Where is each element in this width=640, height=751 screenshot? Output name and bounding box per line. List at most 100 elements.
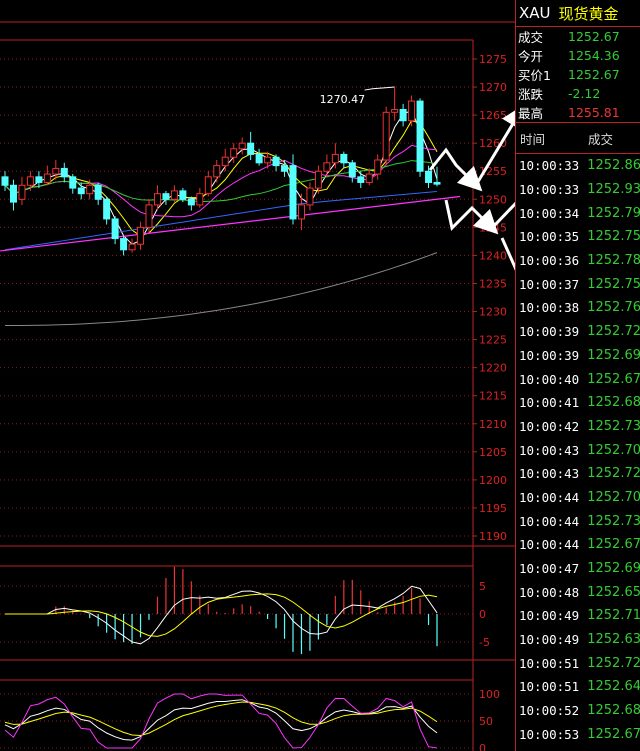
candle-body (365, 173, 373, 183)
quote-row: 成交 1252.67 (516, 27, 640, 46)
tick-row: 10:00:44 1252.70 (516, 486, 640, 510)
price-tick-label: 1195 (479, 502, 507, 515)
tick-time: 10:00:43 (519, 442, 580, 458)
candle-body (103, 198, 111, 220)
tick-price: 1252.72 (587, 324, 640, 340)
tick-time: 10:00:39 (519, 324, 580, 340)
candle-body (391, 109, 399, 113)
quote-value: -2.12 (568, 86, 601, 101)
price-tick-label: 1275 (479, 53, 507, 66)
tick-time: 10:00:34 (519, 205, 580, 221)
price-tick-label: 1220 (479, 362, 507, 375)
candle-body (348, 162, 356, 178)
candle-body (331, 153, 339, 164)
tick-row: 10:00:36 1252.78 (516, 249, 640, 273)
candle-body (408, 100, 416, 122)
kdj-tick-label: 100 (479, 688, 500, 701)
price-tick-label: 1210 (479, 418, 507, 431)
candle-body (187, 198, 195, 206)
tick-time: 10:00:47 (519, 561, 580, 577)
macd-diff-line (5, 585, 438, 645)
tick-time: 10:00:49 (519, 632, 580, 648)
candle-body (111, 218, 119, 240)
candle-body (247, 142, 255, 155)
tick-row: 10:00:39 1252.69 (516, 344, 640, 368)
candle-body (18, 184, 26, 200)
tick-time: 10:00:44 (519, 537, 580, 553)
candle-body (179, 190, 187, 200)
tick-row: 10:00:44 1252.67 (516, 533, 640, 557)
macd-dea-line (5, 593, 438, 637)
price-tick-label: 1215 (479, 390, 507, 403)
price-tick-label: 1225 (479, 334, 507, 347)
kdj-tick-label: 50 (479, 715, 493, 728)
ticks-header: 时间 成交 (516, 122, 640, 154)
tick-price: 1252.70 (587, 489, 640, 505)
high-annotation: 1270.47 (320, 93, 366, 106)
tick-price: 1252.68 (587, 395, 640, 411)
candle-body (162, 193, 170, 200)
tick-row: 10:00:51 1252.64 (516, 675, 640, 699)
ticks-header-price: 成交 (588, 131, 614, 147)
price-tick-label: 1235 (479, 277, 507, 290)
tick-price: 1252.69 (587, 561, 640, 577)
tick-price: 1252.67 (587, 371, 640, 387)
tick-time: 10:00:44 (519, 489, 580, 505)
tick-time: 10:00:36 (519, 253, 580, 269)
tick-row: 10:00:34 1252.79 (516, 201, 640, 225)
candle-body (425, 170, 433, 183)
tick-time: 10:00:40 (519, 371, 580, 387)
tick-row: 10:00:43 1252.72 (516, 462, 640, 486)
candle-body (52, 167, 60, 175)
tick-time: 10:00:39 (519, 347, 580, 363)
quote-header: XAU 现货黄金 (516, 0, 640, 27)
tick-price: 1252.73 (587, 418, 640, 434)
candle-body (153, 193, 161, 206)
tick-price: 1252.76 (587, 300, 640, 316)
macd-tick-label: -5 (479, 636, 490, 649)
tick-time: 10:00:42 (519, 418, 580, 434)
candle-body (416, 100, 424, 172)
symbol-code: XAU (519, 4, 551, 22)
candle-body (238, 142, 246, 150)
candle-body (43, 173, 51, 183)
quote-label: 今开 (518, 49, 544, 64)
quote-label: 最高 (518, 106, 544, 121)
tick-time: 10:00:53 (519, 726, 580, 742)
candle-body (357, 176, 365, 183)
tick-price: 1252.72 (587, 466, 640, 482)
tick-price: 1252.67 (587, 726, 640, 742)
candle-body (314, 170, 322, 189)
tick-price: 1252.79 (587, 205, 640, 221)
tick-price: 1252.93 (587, 182, 640, 198)
annotation-leader (364, 86, 395, 91)
candle-body (145, 204, 153, 228)
tick-time: 10:00:51 (519, 655, 580, 671)
candle-body (323, 162, 331, 172)
candle-body (306, 187, 314, 206)
price-tick-label: 1270 (479, 81, 507, 94)
tick-price: 1252.63 (587, 632, 640, 648)
tick-row: 10:00:49 1252.71 (516, 604, 640, 628)
ticks-list[interactable]: 10:00:33 1252.86 10:00:33 1252.93 10:00:34 12… (516, 154, 640, 746)
tick-time: 10:00:51 (519, 679, 580, 695)
tick-price: 1252.64 (587, 679, 640, 695)
quote-value: 1255.81 (568, 105, 620, 120)
tick-row: 10:00:44 1252.73 (516, 509, 640, 533)
candle-body (297, 204, 305, 220)
quote-label: 买价1 (518, 68, 551, 83)
tick-time: 10:00:38 (519, 300, 580, 316)
tick-price: 1252.78 (587, 253, 640, 269)
price-tick-label: 1205 (479, 446, 507, 459)
quote-row: 买价1 1252.67 (516, 65, 640, 84)
quote-rows: 成交 1252.67 今开 1254.36 买价1 1252.67 涨跌 -2.12 最… (516, 27, 640, 122)
ma-line-blue (4, 190, 438, 251)
candle-body (255, 153, 263, 164)
candle-body (94, 184, 102, 200)
trend-line (0, 195, 461, 252)
candle-body (272, 156, 280, 167)
quote-row: 涨跌 -2.12 (516, 84, 640, 103)
candle-body (170, 190, 178, 200)
quote-label: 成交 (518, 30, 544, 45)
candle-body (60, 167, 68, 178)
